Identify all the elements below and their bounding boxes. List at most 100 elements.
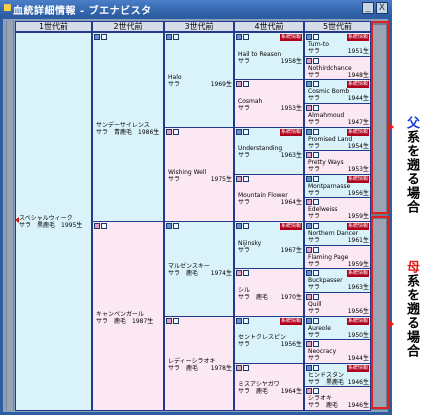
lineage-info-button[interactable]: 系統情報 [346,34,369,41]
dam-marker-icon[interactable] [306,57,312,64]
info-icon[interactable] [313,317,319,324]
horse-cell-gen4[interactable]: Mountain Flower サラ 1964生 [234,173,304,222]
info-icon[interactable] [313,223,319,229]
info-icon[interactable] [243,175,249,182]
lineage-info-button[interactable]: 系統情報 [279,317,302,325]
dam-marker-icon[interactable] [306,388,312,395]
info-icon[interactable] [101,223,107,229]
info-icon[interactable] [243,270,249,277]
horse-cell-gen5[interactable]: 系統情報 ヒンドスタン サラ 黒鹿毛 1946生 [304,362,371,388]
sire-marker-icon[interactable] [94,34,100,40]
info-icon[interactable] [313,175,319,182]
lineage-info-button[interactable]: 系統情報 [346,270,369,278]
sire-marker-icon[interactable] [306,34,312,40]
horse-cell-gen5[interactable]: シラオキ サラ 鹿毛 1946生 [304,386,371,411]
dam-marker-icon[interactable] [306,152,312,159]
info-icon[interactable] [173,317,179,324]
sire-marker-icon[interactable] [166,34,172,40]
info-icon[interactable] [173,223,179,229]
info-icon[interactable] [313,81,319,88]
horse-cell-gen5[interactable]: Flaming Page サラ 1959生 [304,244,371,270]
info-icon[interactable] [313,388,319,395]
info-icon[interactable] [313,57,319,64]
info-icon[interactable] [243,223,249,229]
horse-cell-gen4[interactable]: Cosmah サラ 1953生 [234,79,304,128]
horse-cell-gen5[interactable]: 系統情報 Aureole サラ 1950生 [304,315,371,341]
lineage-info-button[interactable]: 系統情報 [279,128,302,136]
horse-cell-gen5[interactable]: 系統情報 Buckpasser サラ 1963生 [304,268,371,293]
info-icon[interactable] [173,128,179,135]
title-bar[interactable]: ■ 血統詳細情報 - ブエナビスタ _ X [0,0,392,17]
sire-marker-icon[interactable] [306,317,312,324]
horse-cell-gen2[interactable]: サンデーサイレンス サラ 青鹿毛 1986生 [92,32,164,222]
sire-marker-icon[interactable] [306,81,312,88]
info-icon[interactable] [243,317,249,324]
info-icon[interactable] [243,128,249,135]
dam-marker-icon[interactable] [306,341,312,348]
dam-marker-icon[interactable] [306,293,312,300]
info-icon[interactable] [313,341,319,348]
info-icon[interactable] [313,199,319,206]
horse-cell-gen5[interactable]: 系統情報 Montparnasse サラ 1956生 [304,173,371,199]
info-icon[interactable] [313,246,319,253]
sire-marker-icon[interactable] [306,128,312,135]
info-icon[interactable] [243,81,249,88]
info-icon[interactable] [313,270,319,277]
lineage-info-button[interactable]: 系統情報 [346,364,369,372]
dam-marker-icon[interactable] [236,81,242,88]
sire-marker-icon[interactable] [236,317,242,324]
minimize-button[interactable]: _ [362,2,374,14]
info-icon[interactable] [313,34,319,40]
horse-cell-gen5[interactable]: Pretty Ways サラ 1953生 [304,150,371,175]
horse-cell-gen5[interactable]: 系統情報 Turn-to サラ 1951生 [304,32,371,57]
horse-cell-gen5[interactable]: Almahmoud サラ 1947生 [304,102,371,128]
sire-marker-icon[interactable] [306,175,312,182]
lineage-info-button[interactable]: 系統情報 [346,81,369,89]
horse-cell-gen2[interactable]: キャンペンガール サラ 鹿毛 1987生 [92,221,164,411]
lineage-info-button[interactable]: 系統情報 [279,223,302,230]
horse-cell-gen5[interactable]: 系統情報 Cosmic Bomb サラ 1944生 [304,79,371,104]
info-icon[interactable] [243,34,249,40]
info-icon[interactable] [173,34,179,40]
lineage-info-button[interactable]: 系統情報 [346,175,369,183]
horse-cell-gen4[interactable]: 系統情報 Nijinsky サラ 1967生 [234,221,304,270]
info-icon[interactable] [313,104,319,111]
sire-marker-icon[interactable] [236,223,242,229]
horse-cell-gen4[interactable]: 系統情報 Hail to Reason サラ 1958生 [234,32,304,81]
sire-marker-icon[interactable] [166,223,172,229]
dam-marker-icon[interactable] [306,246,312,253]
dam-marker-icon[interactable] [236,175,242,182]
horse-cell-gen5[interactable]: 系統情報 Northern Dancer サラ 1961生 [304,221,371,246]
info-icon[interactable] [313,364,319,371]
dam-marker-icon[interactable] [236,364,242,371]
left-scrollbar[interactable] [6,21,14,410]
lineage-info-button[interactable]: 系統情報 [346,128,369,136]
info-icon[interactable] [313,152,319,159]
sire-marker-icon[interactable] [236,34,242,40]
dam-marker-icon[interactable] [166,317,172,324]
info-icon[interactable] [313,128,319,135]
info-icon[interactable] [313,293,319,300]
horse-cell-gen5[interactable]: Neocracy サラ 1944生 [304,339,371,364]
horse-cell-gen4[interactable]: 系統情報 セントクレスピン サラ 1956生 [234,315,304,364]
sire-marker-icon[interactable] [306,270,312,277]
horse-cell-gen3[interactable]: マルゼンスキー サラ 鹿毛 1974生 [164,221,234,317]
horse-cell-gen5[interactable]: Quill サラ 1956生 [304,291,371,317]
horse-cell-gen5[interactable]: Edelweiss サラ 1959生 [304,197,371,222]
dam-marker-icon[interactable] [94,223,100,229]
close-button[interactable]: X [376,2,388,14]
dam-marker-icon[interactable] [306,199,312,206]
horse-cell-gen4[interactable]: シル サラ 鹿毛 1970生 [234,268,304,317]
horse-cell-gen5[interactable]: Nothirdchance サラ 1948生 [304,55,371,81]
lineage-info-button[interactable]: 系統情報 [279,34,302,41]
info-icon[interactable] [101,34,107,40]
horse-cell-gen3[interactable]: レディーシラオキ サラ 鹿毛 1978生 [164,315,234,411]
sire-marker-icon[interactable] [306,364,312,371]
sire-marker-icon[interactable] [236,128,242,135]
horse-cell-gen5[interactable]: 系統情報 Promised Land サラ 1954生 [304,126,371,152]
lineage-info-button[interactable]: 系統情報 [346,223,369,230]
horse-cell-gen4[interactable]: ミスアシヤガワ サラ 鹿毛 1964生 [234,362,304,411]
dam-marker-icon[interactable] [166,128,172,135]
expand-left-icon[interactable] [15,217,19,223]
dam-marker-icon[interactable] [236,270,242,277]
